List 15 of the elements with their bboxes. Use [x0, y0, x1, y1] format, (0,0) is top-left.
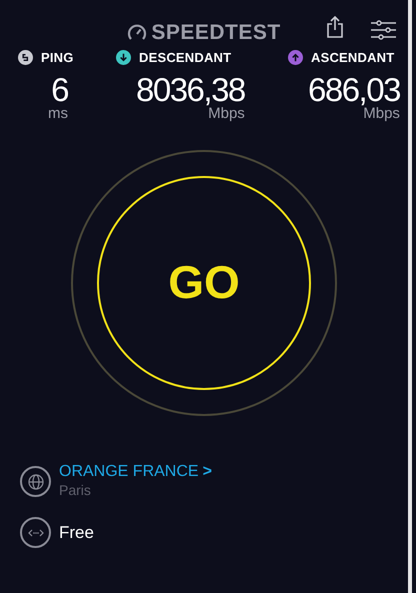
- connection-name: Free: [59, 522, 94, 544]
- metric-unit: Mbps: [363, 106, 400, 122]
- metric-label: ASCENDANT: [311, 51, 394, 64]
- metric-unit: Mbps: [208, 106, 245, 122]
- provider-link[interactable]: ORANGE FRANCE: [59, 462, 199, 480]
- metric-value: 8036,38: [136, 73, 245, 106]
- chevron-icon[interactable]: >: [202, 462, 212, 480]
- metric-unit: ms: [48, 106, 68, 122]
- go-button[interactable]: GO: [97, 176, 311, 390]
- metric-label: DESCENDANT: [139, 51, 232, 64]
- server-location: Paris: [59, 481, 92, 500]
- logo-text: SPEEDTEST: [151, 22, 281, 42]
- metric-label: PING: [41, 51, 74, 64]
- metric-value: 6: [51, 73, 68, 106]
- metric-value: 686,03: [308, 73, 400, 106]
